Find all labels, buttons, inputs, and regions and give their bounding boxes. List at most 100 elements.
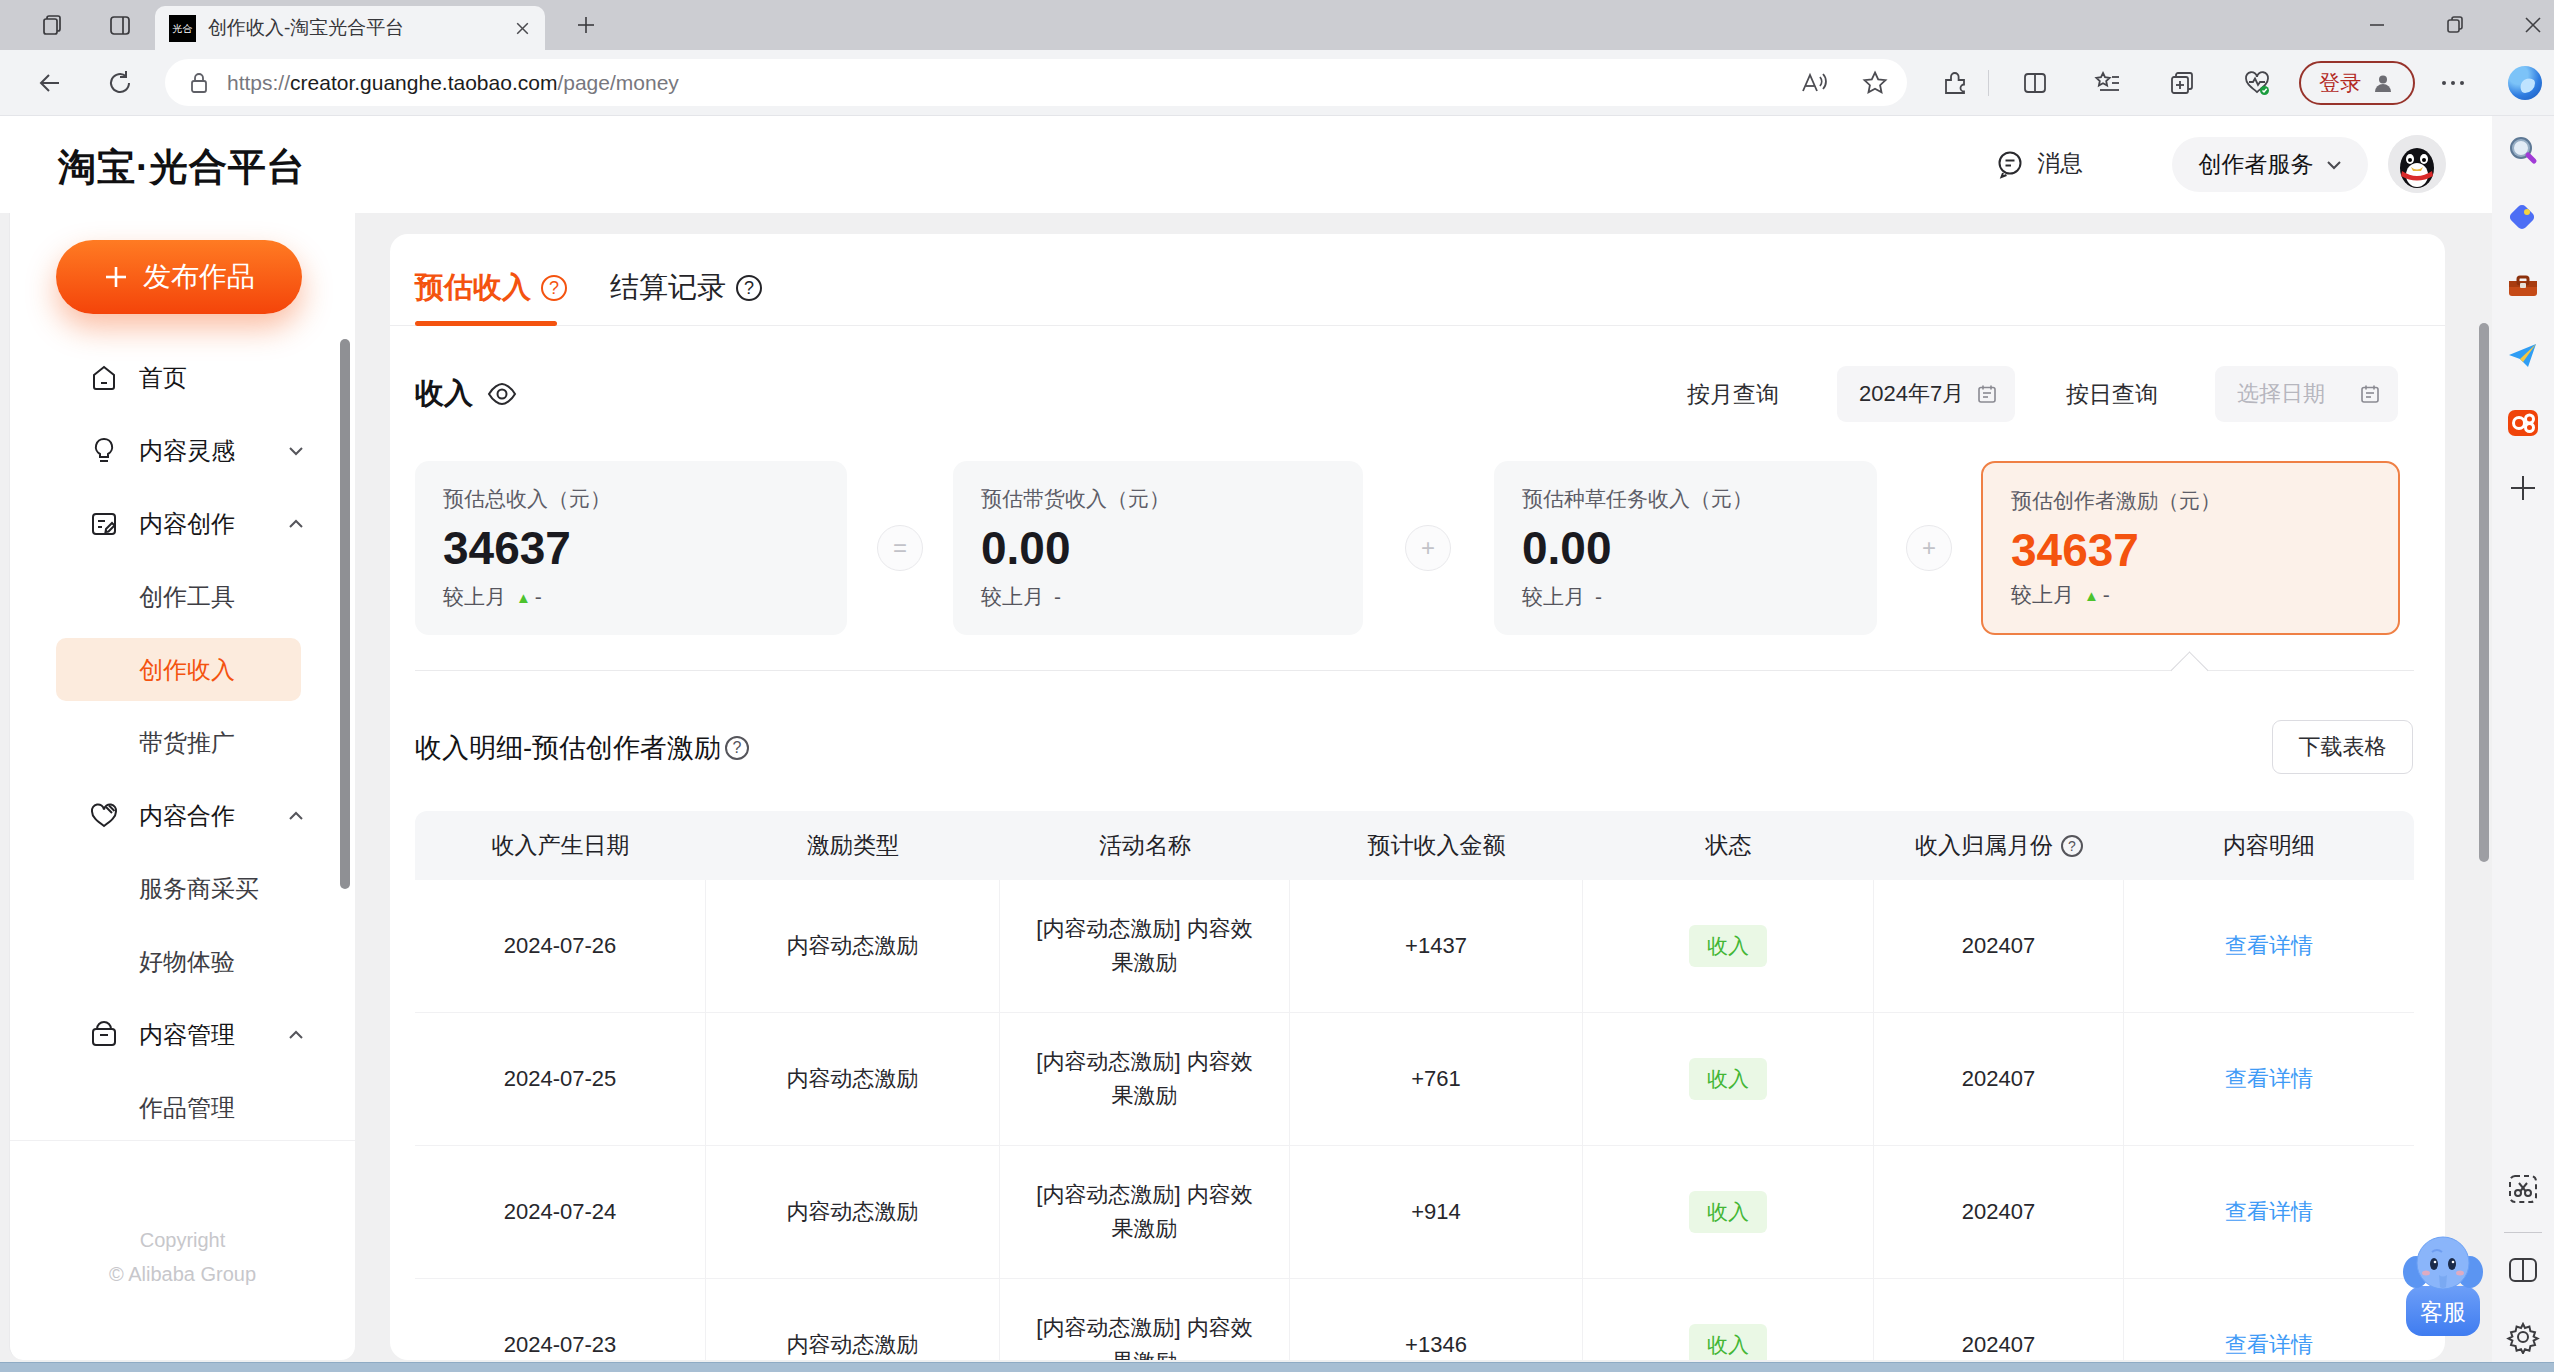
copilot-icon[interactable] [2508, 66, 2542, 100]
table-header: 收入产生日期 激励类型 活动名称 预计收入金额 状态 收入归属月份? 内容明细 [415, 811, 2414, 880]
sidebar-item-home[interactable]: 首页 [10, 341, 355, 414]
favorite-star-icon[interactable] [1861, 69, 1889, 97]
help-icon[interactable]: ? [2061, 835, 2083, 857]
collections-icon[interactable] [2168, 69, 2196, 97]
tab-title: 创作收入-淘宝光合平台 [208, 15, 502, 41]
sidebar-split-icon[interactable] [2506, 1253, 2540, 1287]
bulb-icon [89, 436, 119, 466]
creator-service-dropdown[interactable]: 创作者服务 [2172, 137, 2368, 192]
sidebar-screenshot-icon[interactable] [2506, 1172, 2540, 1206]
browser-toolbar: https://creator.guanghe.taobao.com/page/… [0, 50, 2554, 116]
copyright: Copyright © Alibaba Group [10, 1223, 355, 1291]
stat-task-income[interactable]: 预估种草任务收入（元） 0.00 较上月- [1494, 461, 1877, 635]
sidebar-item-creation[interactable]: 内容创作 [10, 487, 355, 560]
income-section-title: 收入 [415, 374, 517, 414]
window-restore-button[interactable] [2444, 14, 2466, 36]
up-arrow-icon: ▲ [2084, 587, 2099, 604]
edge-sidebar [2492, 116, 2554, 1362]
favorites-list-icon[interactable] [2094, 69, 2122, 97]
sidebar-add-icon[interactable] [2506, 471, 2540, 505]
help-icon[interactable]: ? [541, 275, 567, 301]
refresh-icon[interactable] [106, 69, 134, 97]
sidebar-shopping-icon[interactable] [2506, 201, 2540, 235]
table-row: 2024-07-26 内容动态激励 [内容动态激励] 内容效果激励 +1437 … [415, 880, 2414, 1013]
browser-titlebar: 光合 创作收入-淘宝光合平台 [0, 0, 2554, 50]
sidebar-item-product-trial[interactable]: 好物体验 [10, 925, 355, 998]
plus-symbol: + [1405, 525, 1451, 571]
equals-symbol: = [877, 525, 923, 571]
messages-button[interactable]: 消息 [1995, 148, 2083, 179]
tab-settlement-record[interactable]: 结算记录 ? [610, 268, 762, 308]
chevron-up-icon [288, 1030, 304, 1040]
workspaces-icon[interactable] [40, 13, 64, 37]
sidebar-item-creation-income[interactable]: 创作收入 [10, 633, 355, 706]
home-icon [89, 363, 119, 393]
up-arrow-icon: ▲ [516, 589, 531, 606]
day-filter-label: 按日查询 [2066, 379, 2158, 410]
tab-estimated-income[interactable]: 预估收入 ? [415, 268, 567, 308]
messages-label: 消息 [2037, 148, 2083, 179]
chevron-down-icon [288, 446, 304, 456]
new-tab-button[interactable] [575, 14, 597, 36]
sidebar-item-cooperation[interactable]: 内容合作 [10, 779, 355, 852]
sidebar-divider [2504, 1232, 2542, 1233]
sidebar-item-content-mgmt[interactable]: 内容管理 [10, 998, 355, 1071]
page-scrollbar[interactable] [2479, 323, 2489, 862]
sidebar-item-inspiration[interactable]: 内容灵感 [10, 414, 355, 487]
table-row: 2024-07-25 内容动态激励 [内容动态激励] 内容效果激励 +761 收… [415, 1013, 2414, 1146]
support-mascot[interactable]: 客服 [2402, 1230, 2484, 1340]
split-screen-icon[interactable] [2021, 69, 2049, 97]
signin-button[interactable]: 登录 [2299, 61, 2415, 105]
archive-icon [89, 1020, 119, 1050]
window-close-button[interactable] [2522, 14, 2544, 36]
sidebar-item-service-purchase[interactable]: 服务商采买 [10, 852, 355, 925]
view-details-link[interactable]: 查看详情 [2225, 1330, 2313, 1360]
sidebar-item-creation-tools[interactable]: 创作工具 [10, 560, 355, 633]
sidebar-scrollbar[interactable] [340, 339, 350, 889]
main-panel: 预估收入 ? 结算记录 ? 收入 按月查询 2024年7月 按日查询 选择日期 … [390, 234, 2445, 1360]
active-tab-underline [415, 321, 557, 326]
url-text: https://creator.guanghe.taobao.com/page/… [227, 71, 1799, 95]
back-icon[interactable] [36, 69, 64, 97]
stat-cards: 预估总收入（元） 34637 较上月▲- = 预估带货收入（元） 0.00 较上… [390, 461, 2445, 635]
site-logo[interactable]: 淘宝·光合平台 [58, 142, 306, 193]
more-options-icon[interactable] [2440, 76, 2466, 90]
help-icon[interactable]: ? [725, 736, 749, 760]
chevron-up-icon [288, 811, 304, 821]
sidebar-search-icon[interactable] [2506, 134, 2540, 168]
browser-essentials-icon[interactable] [2242, 69, 2272, 97]
help-icon[interactable]: ? [736, 275, 762, 301]
publish-button[interactable]: 发布作品 [56, 240, 302, 314]
month-filter-input[interactable]: 2024年7月 [1837, 366, 2015, 422]
sidebar-item-promotion[interactable]: 带货推广 [10, 706, 355, 779]
window-minimize-button[interactable] [2366, 14, 2388, 36]
sidebar-item-works-mgmt[interactable]: 作品管理 [10, 1071, 355, 1144]
view-details-link[interactable]: 查看详情 [2225, 1064, 2313, 1094]
sidebar-drop-icon[interactable] [2506, 339, 2540, 373]
download-table-button[interactable]: 下载表格 [2272, 720, 2413, 774]
sidebar-settings-icon[interactable] [2506, 1320, 2540, 1354]
read-aloud-icon[interactable] [1799, 69, 1827, 97]
browser-tab[interactable]: 光合 创作收入-淘宝光合平台 [155, 6, 545, 50]
heart-hands-icon [89, 801, 119, 831]
extensions-icon[interactable] [1941, 69, 1969, 97]
user-avatar[interactable] [2388, 135, 2446, 193]
address-bar[interactable]: https://creator.guanghe.taobao.com/page/… [165, 59, 1907, 106]
day-filter-input[interactable]: 选择日期 [2215, 366, 2398, 422]
tab-close-icon[interactable] [514, 20, 531, 37]
eye-icon[interactable] [487, 383, 517, 405]
window-bottom-edge [0, 1362, 2554, 1372]
view-details-link[interactable]: 查看详情 [2225, 1197, 2313, 1227]
detail-section-title: 收入明细-预估创作者激励 ? [415, 730, 749, 766]
sidebar-kuaishou-icon[interactable] [2506, 406, 2540, 440]
view-details-link[interactable]: 查看详情 [2225, 931, 2313, 961]
sidebar-menu: 首页 内容灵感 内容创作 创作工具 创作收入 带货推广 内容合作 服务商采买 [10, 341, 355, 1144]
stat-total-income[interactable]: 预估总收入（元） 34637 较上月▲- [415, 461, 847, 635]
month-attribution-header: 收入归属月份? [1874, 830, 2124, 861]
stat-sales-income[interactable]: 预估带货收入（元） 0.00 较上月- [953, 461, 1363, 635]
plus-symbol: + [1906, 525, 1952, 571]
sidebar-tools-icon[interactable] [2506, 269, 2540, 303]
stat-creator-incentive[interactable]: 预估创作者激励（元） 34637 较上月▲- [1981, 461, 2400, 635]
tab-actions-icon[interactable] [108, 13, 132, 37]
income-tabs: 预估收入 ? 结算记录 ? [390, 234, 2445, 326]
